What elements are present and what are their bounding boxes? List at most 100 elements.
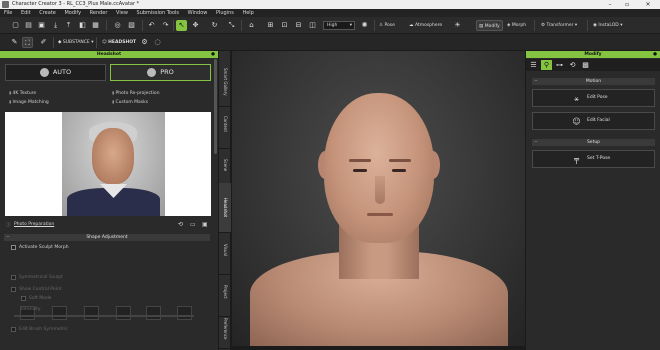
home-view-icon[interactable]: ⌂ bbox=[246, 20, 257, 31]
sculpt-tool-5-button[interactable] bbox=[146, 306, 161, 320]
soft-mode-checkbox[interactable] bbox=[21, 296, 26, 301]
rotate-photo-icon[interactable]: ⟲ bbox=[178, 221, 183, 228]
sliders-tab-icon[interactable]: ☰ bbox=[528, 60, 539, 70]
headshot-button[interactable]: ☺ HEADSHOT bbox=[100, 37, 138, 48]
brush-icon[interactable]: ✎ bbox=[9, 37, 20, 48]
maximize-icon[interactable]: ▫ bbox=[620, 0, 634, 9]
photo-folder-icon[interactable]: ▭ bbox=[190, 221, 196, 228]
morph-icon: ◈ bbox=[507, 23, 511, 28]
setup-section-header[interactable]: − Setup bbox=[532, 139, 655, 146]
undo-icon[interactable]: ↶ bbox=[146, 20, 157, 31]
render-icon[interactable]: ▦ bbox=[90, 20, 101, 31]
shape-adjustment-header[interactable]: − Shape Adjustment bbox=[4, 234, 210, 241]
display-mode-icon[interactable]: ◫ bbox=[307, 20, 318, 31]
photo-preparation-link[interactable]: Photo Preparation bbox=[14, 222, 54, 227]
transformer-icon: ⚙ bbox=[541, 23, 546, 28]
quality-select-value: High bbox=[327, 23, 338, 28]
show-control-checkbox[interactable] bbox=[11, 287, 16, 292]
texture-tab-icon[interactable]: ▩ bbox=[580, 60, 591, 70]
redo-icon[interactable]: ↷ bbox=[160, 20, 171, 31]
rotate-tool-icon[interactable]: ↻ bbox=[209, 20, 220, 31]
sun-icon[interactable]: ☀ bbox=[452, 20, 463, 31]
layer-icon[interactable]: ▧ bbox=[126, 20, 137, 31]
panel-close-icon[interactable]: ● bbox=[653, 51, 657, 58]
modify-button[interactable]: ▤ Modify bbox=[476, 20, 503, 31]
export-icon[interactable]: ⤒ bbox=[63, 20, 74, 31]
edit-facial-button[interactable]: ☺ Edit Facial bbox=[532, 112, 655, 130]
avatar-icon[interactable]: ◌ bbox=[152, 37, 163, 48]
sculpt-tool-4-button[interactable] bbox=[116, 306, 131, 320]
transformer-button[interactable]: ⚙ Transformer ▾ bbox=[539, 20, 579, 31]
auto-mode-button[interactable]: AUTO bbox=[5, 64, 106, 81]
pose-tab-icon[interactable]: ⚲ bbox=[541, 60, 552, 70]
minimize-icon[interactable]: – bbox=[603, 0, 617, 9]
atmosphere-icon: ☁ bbox=[409, 23, 414, 28]
menu-submission-tools[interactable]: Submission Tools bbox=[137, 10, 180, 16]
paint-icon[interactable]: ✐ bbox=[38, 37, 49, 48]
auto-label: AUTO bbox=[52, 68, 72, 76]
menu-modify[interactable]: Modify bbox=[64, 10, 81, 16]
close-icon[interactable]: ✕ bbox=[641, 0, 655, 9]
substance-button[interactable]: ◆ SUBSTANCE ▾ bbox=[56, 37, 95, 48]
separator bbox=[374, 20, 375, 31]
separator bbox=[106, 20, 107, 31]
settings-icon[interactable]: ⚙ bbox=[139, 37, 150, 48]
activate-sculpt-checkbox[interactable] bbox=[11, 245, 16, 250]
motion-section-header[interactable]: − Motion bbox=[532, 78, 655, 85]
zoom-icon[interactable]: ⊡ bbox=[279, 20, 290, 31]
scale-tool-icon[interactable]: ⤡ bbox=[226, 20, 237, 31]
edit-brush-checkbox[interactable] bbox=[11, 327, 16, 332]
tab-preference[interactable]: Preference bbox=[219, 309, 231, 349]
pose-button[interactable]: ♙ Pose bbox=[377, 20, 397, 31]
move-tool-icon[interactable]: ✥ bbox=[190, 20, 201, 31]
panel-close-icon[interactable]: ● bbox=[211, 51, 215, 58]
transformer-label: Transformer bbox=[546, 23, 574, 28]
edit-mesh-icon[interactable]: ⛶ bbox=[22, 37, 33, 48]
menu-help[interactable]: Help bbox=[242, 10, 253, 16]
light-icon[interactable]: ✺ bbox=[359, 20, 370, 31]
morph-button[interactable]: ◈ Morph bbox=[505, 20, 528, 31]
substance-icon: ◆ bbox=[58, 40, 62, 45]
save-icon[interactable]: ▣ bbox=[36, 20, 47, 31]
morph-tab-icon[interactable]: ⟲ bbox=[567, 60, 578, 70]
edit-pose-button[interactable]: ⚹ Edit Pose bbox=[532, 89, 655, 107]
separator bbox=[53, 37, 54, 48]
edit-pose-icon: ⚹ bbox=[574, 94, 579, 103]
left-panel-scrollbar[interactable] bbox=[214, 59, 217, 154]
menu-window[interactable]: Window bbox=[188, 10, 208, 16]
open-file-icon[interactable]: ▤ bbox=[23, 20, 34, 31]
symmetrical-checkbox[interactable] bbox=[11, 275, 16, 280]
frame-icon[interactable]: ⊟ bbox=[293, 20, 304, 31]
source-photo[interactable] bbox=[5, 112, 211, 216]
target-icon[interactable]: ◎ bbox=[112, 20, 123, 31]
tpose-icon: ╤ bbox=[574, 155, 579, 164]
skeleton-tab-icon[interactable]: ⊶ bbox=[554, 60, 565, 70]
separator bbox=[534, 20, 535, 31]
instalod-button[interactable]: ◉ InstaLOD ▾ bbox=[591, 20, 624, 31]
sculpt-tool-2-button[interactable] bbox=[52, 306, 67, 320]
menu-file[interactable]: File bbox=[4, 10, 12, 16]
activate-sculpt-label: Activate Sculpt Morph bbox=[19, 245, 69, 250]
intensity-slider[interactable] bbox=[14, 315, 194, 317]
info-icon[interactable]: ⓘ bbox=[6, 222, 11, 228]
instalod-label: InstaLOD bbox=[598, 23, 619, 28]
atmosphere-button[interactable]: ☁ Atmosphere bbox=[407, 20, 444, 31]
sculpt-tool-6-button[interactable] bbox=[177, 306, 192, 320]
atmosphere-label: Atmosphere bbox=[414, 23, 443, 28]
sculpt-tool-3-button[interactable] bbox=[84, 306, 99, 320]
import-icon[interactable]: ⤓ bbox=[50, 20, 61, 31]
3d-viewport[interactable] bbox=[232, 51, 525, 346]
select-tool-icon[interactable]: ↖ bbox=[176, 20, 187, 31]
pro-mode-button[interactable]: PRO bbox=[110, 64, 211, 81]
camera-icon[interactable]: ◧ bbox=[77, 20, 88, 31]
menu-view[interactable]: View bbox=[116, 10, 128, 16]
set-tpose-button[interactable]: ╤ Set T-Pose bbox=[532, 150, 655, 168]
fit-view-icon[interactable]: ⊞ bbox=[265, 20, 276, 31]
menu-plugins[interactable]: Plugins bbox=[216, 10, 234, 16]
photo-save-icon[interactable]: ▣ bbox=[202, 221, 208, 228]
menu-edit[interactable]: Edit bbox=[21, 10, 31, 16]
quality-select[interactable]: High ▾ bbox=[323, 21, 355, 30]
menu-render[interactable]: Render bbox=[90, 10, 108, 16]
menu-create[interactable]: Create bbox=[39, 10, 56, 16]
new-file-icon[interactable]: ▢ bbox=[10, 20, 21, 31]
